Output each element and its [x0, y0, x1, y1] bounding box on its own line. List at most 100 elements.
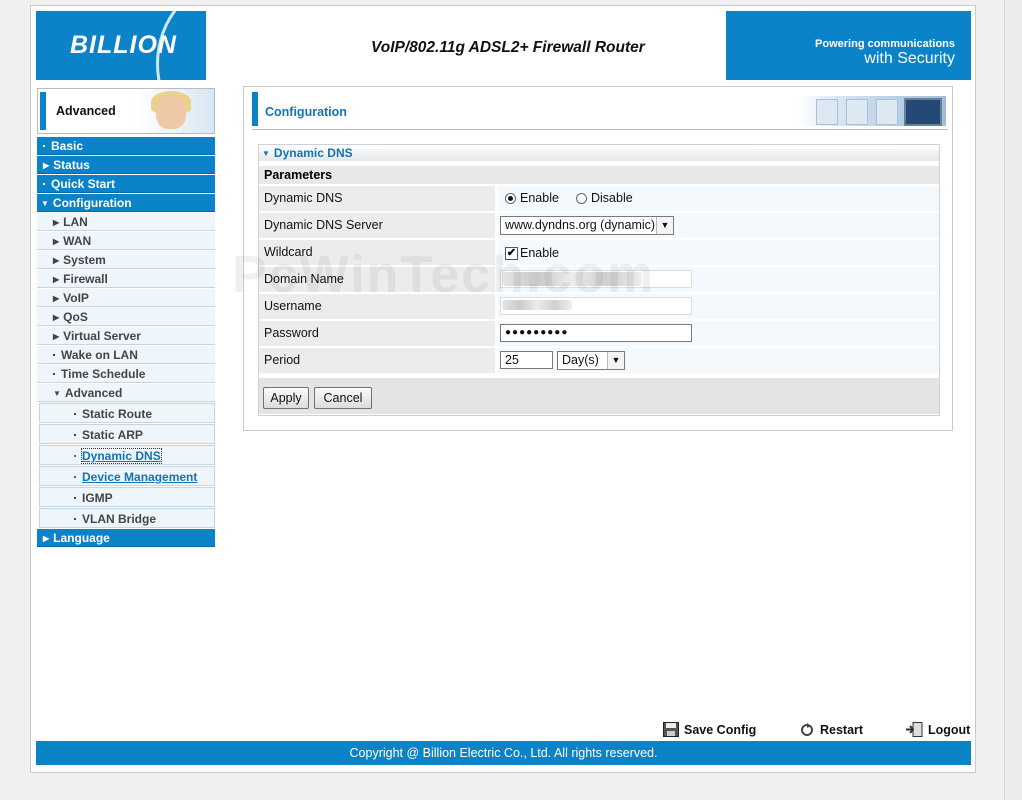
bullet-icon: [43, 145, 45, 147]
triangle-down-icon: ▼: [262, 149, 270, 158]
page-title: Configuration: [265, 105, 347, 119]
bullet-icon: [74, 497, 76, 499]
sidebar-item-label: Wake on LAN: [61, 348, 138, 362]
sidebar-item-label: VoIP: [63, 291, 89, 305]
sidebar-item-voip[interactable]: ▶ VoIP: [37, 289, 215, 307]
sidebar-item-quick-start[interactable]: Quick Start: [37, 175, 215, 193]
page-scrollbar[interactable]: [1004, 0, 1022, 800]
label-period: Period: [259, 348, 495, 373]
triangle-right-icon: ▶: [53, 275, 60, 284]
sidebar-item-device-management[interactable]: Device Management: [39, 466, 215, 486]
router-admin-frame: BILLION VoIP/802.11g ADSL2+ Firewall Rou…: [30, 5, 976, 773]
button-row: Apply Cancel: [259, 378, 939, 414]
triangle-down-icon: ▼: [41, 199, 49, 208]
mode-label: Advanced: [56, 104, 116, 118]
radio-enable[interactable]: [505, 193, 516, 204]
triangle-right-icon: ▶: [43, 161, 50, 170]
sidebar-item-status[interactable]: ▶ Status: [37, 156, 215, 174]
bullet-icon: [43, 183, 45, 185]
floppy-disk-icon: [663, 722, 679, 737]
sidebar-item-advanced[interactable]: ▼ Advanced: [37, 384, 215, 402]
dns-server-value: www.dyndns.org (dynamic): [505, 218, 656, 232]
restart-label: Restart: [820, 723, 864, 737]
tagline: Powering communications with Security: [815, 38, 955, 67]
label-dynamic-dns-server: Dynamic DNS Server: [259, 213, 495, 238]
sidebar-nav: Basic ▶ Status Quick Start ▼ Configuration…: [37, 137, 215, 548]
photo-face: [156, 95, 186, 129]
sidebar-item-time-schedule[interactable]: Time Schedule: [37, 365, 215, 383]
sidebar-item-firewall[interactable]: ▶ Firewall: [37, 270, 215, 288]
banner-window: [846, 99, 868, 125]
dns-server-select[interactable]: www.dyndns.org (dynamic) ▼: [500, 216, 674, 235]
page-title-bar: Configuration: [252, 92, 948, 126]
sidebar-item-configuration[interactable]: ▼ Configuration: [37, 194, 215, 212]
logout-button[interactable]: Logout: [905, 722, 970, 737]
sidebar-item-lan[interactable]: ▶ LAN: [37, 213, 215, 231]
cancel-button[interactable]: Cancel: [314, 387, 372, 409]
save-config-button[interactable]: Save Config: [663, 722, 756, 737]
sidebar-item-language[interactable]: ▶ Language: [37, 529, 215, 547]
product-title: VoIP/802.11g ADSL2+ Firewall Router: [371, 39, 645, 56]
row-dynamic-dns-server: Dynamic DNS Server www.dyndns.org (dynam…: [259, 213, 939, 238]
password-input[interactable]: ●●●●●●●●●: [500, 324, 692, 342]
chevron-down-icon: ▼: [607, 352, 624, 369]
row-dynamic-dns: Dynamic DNS Enable Disable: [259, 186, 939, 211]
restart-button[interactable]: Restart: [799, 722, 863, 737]
apply-button[interactable]: Apply: [263, 387, 309, 409]
triangle-right-icon: ▶: [53, 294, 60, 303]
logout-label: Logout: [928, 723, 971, 737]
parameters-header: Parameters: [259, 166, 939, 184]
sidebar-item-label: Basic: [51, 139, 84, 153]
panel-title: ▼ Dynamic DNS: [259, 145, 939, 161]
value-dynamic-dns-server: www.dyndns.org (dynamic) ▼: [498, 213, 939, 238]
triangle-down-icon: ▼: [53, 389, 61, 398]
period-unit-select[interactable]: Day(s) ▼: [557, 351, 625, 370]
title-divider: [252, 129, 948, 130]
sidebar-item-system[interactable]: ▶ System: [37, 251, 215, 269]
value-period: 25 Day(s) ▼: [498, 348, 939, 373]
radio-disable[interactable]: [576, 193, 587, 204]
label-dynamic-dns: Dynamic DNS: [259, 186, 495, 211]
sidebar-item-label: WAN: [63, 234, 92, 248]
copyright-bar: Copyright @ Billion Electric Co., Ltd. A…: [36, 741, 971, 765]
bullet-icon: [53, 373, 55, 375]
page-title-accent: [252, 92, 258, 126]
logout-door-icon: [906, 722, 923, 737]
bullet-icon: [74, 455, 76, 457]
period-input[interactable]: 25: [500, 351, 553, 369]
banner-window: [876, 99, 898, 125]
sidebar-item-label: Firewall: [63, 272, 108, 286]
sidebar-item-dynamic-dns[interactable]: Dynamic DNS: [39, 445, 215, 465]
triangle-right-icon: ▶: [53, 332, 60, 341]
sidebar-item-igmp[interactable]: IGMP: [39, 487, 215, 507]
sidebar-item-label: System: [63, 253, 106, 267]
mode-banner: Advanced: [37, 88, 215, 134]
triangle-right-icon: ▶: [53, 218, 60, 227]
sidebar-item-label: Virtual Server: [63, 329, 141, 343]
save-config-label: Save Config: [684, 723, 757, 737]
sidebar-item-qos[interactable]: ▶ QoS: [37, 308, 215, 326]
sidebar-item-label: Static ARP: [82, 428, 143, 442]
sidebar-item-label: Status: [53, 158, 90, 172]
sidebar-item-virtual-server[interactable]: ▶ Virtual Server: [37, 327, 215, 345]
banner-monitor: [904, 98, 942, 126]
sidebar-item-vlan-bridge[interactable]: VLAN Bridge: [39, 508, 215, 528]
tagline-line1: Powering communications: [815, 38, 955, 50]
banner-window: [816, 99, 838, 125]
row-password: Password ●●●●●●●●●: [259, 321, 939, 346]
sidebar-item-label: VLAN Bridge: [82, 512, 157, 526]
bullet-icon: [74, 413, 76, 415]
value-dynamic-dns: Enable Disable: [498, 186, 939, 211]
bullet-icon: [74, 518, 76, 520]
triangle-right-icon: ▶: [53, 313, 60, 322]
sidebar-item-wan[interactable]: ▶ WAN: [37, 232, 215, 250]
sidebar-item-basic[interactable]: Basic: [37, 137, 215, 155]
sidebar-item-static-route[interactable]: Static Route: [39, 403, 215, 423]
period-unit-value: Day(s): [562, 353, 599, 367]
sidebar-item-label: Static Route: [82, 407, 153, 421]
sidebar-item-label: Language: [53, 531, 110, 545]
row-period: Period 25 Day(s) ▼: [259, 348, 939, 373]
sidebar-item-wake-on-lan[interactable]: Wake on LAN: [37, 346, 215, 364]
sidebar-item-static-arp[interactable]: Static ARP: [39, 424, 215, 444]
header-swoosh-right: [676, 11, 822, 80]
